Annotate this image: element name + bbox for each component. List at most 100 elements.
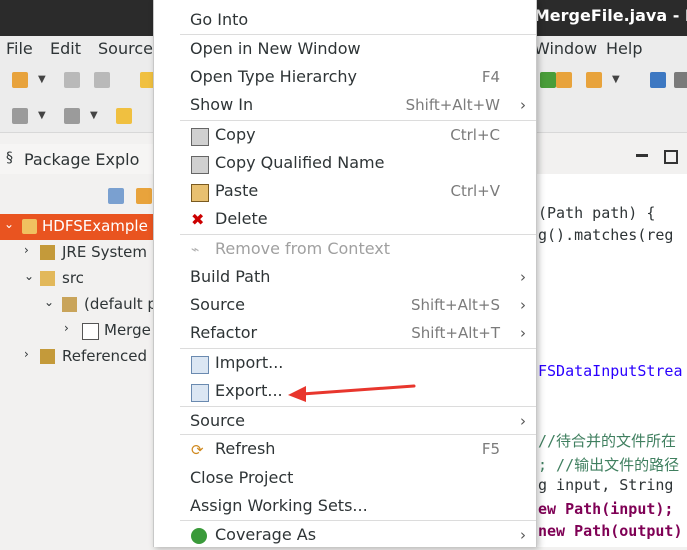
export-icon <box>191 384 209 402</box>
tree-item-referenced-libraries[interactable]: › Referenced <box>0 344 153 370</box>
search-dropdown-icon[interactable]: ▼ <box>612 74 620 85</box>
menu-item-shortcut: Shift+Alt+S <box>410 296 500 314</box>
menu-separator <box>180 120 536 121</box>
new-dropdown-icon[interactable]: ▼ <box>38 74 46 85</box>
menu-item-remove-from-context: ⌁ Remove from Context <box>154 236 536 264</box>
copy-icon <box>191 128 209 146</box>
menu-item-close-project[interactable]: Close Project <box>154 465 536 493</box>
tree-item-src[interactable]: ⌄ src <box>0 266 153 292</box>
menu-file[interactable]: File <box>6 39 33 58</box>
delete-icon: ✖ <box>191 210 205 229</box>
tree-item-label: HDFSExample <box>42 217 148 235</box>
menu-item-delete[interactable]: ✖ Delete <box>154 206 536 234</box>
menu-item-import[interactable]: Import... <box>154 350 536 378</box>
menu-item-copy[interactable]: Copy Ctrl+C <box>154 122 536 150</box>
menu-item-coverage-as[interactable]: Coverage As › <box>154 522 536 550</box>
menu-item-go-into[interactable]: Go Into <box>154 7 536 35</box>
menu-item-shortcut: F5 <box>481 440 500 458</box>
menu-item-label: Source <box>190 295 245 314</box>
code-line: ; //输出文件的路径 <box>538 456 680 474</box>
menu-item-label: Paste <box>215 181 259 200</box>
menu-item-shortcut: Ctrl+V <box>450 182 500 200</box>
tree-item-label: JRE System L <box>62 243 153 261</box>
last-edit-icon[interactable] <box>116 108 132 124</box>
menu-item-open-type-hierarchy[interactable]: Open Type Hierarchy F4 <box>154 64 536 92</box>
tree-item-default-package[interactable]: ⌄ (default p <box>0 292 153 318</box>
menu-separator <box>180 348 536 349</box>
save-icon[interactable] <box>64 72 80 88</box>
menu-item-label: Copy Qualified Name <box>215 153 385 172</box>
library-icon <box>40 245 55 260</box>
project-icon <box>22 219 37 234</box>
link-editor-icon[interactable] <box>136 188 152 204</box>
expand-icon[interactable]: › <box>64 321 69 335</box>
prev-annotation-icon[interactable] <box>64 108 80 124</box>
tree-item-hdfsexample[interactable]: ⌄ HDFSExample <box>0 214 153 240</box>
code-line: //待合并的文件所在 <box>538 432 677 450</box>
code-line: g().matches(reg <box>538 226 674 244</box>
collapse-all-icon[interactable] <box>108 188 124 204</box>
java-perspective-icon[interactable] <box>674 72 687 88</box>
menu-item-source[interactable]: Source Shift+Alt+S › <box>154 292 536 320</box>
run-icon[interactable] <box>540 72 556 88</box>
annotation-dropdown-icon[interactable]: ▼ <box>38 110 46 121</box>
submenu-arrow-icon: › <box>520 268 526 286</box>
menu-item-shortcut: Shift+Alt+W <box>405 96 500 114</box>
submenu-arrow-icon: › <box>520 412 526 430</box>
minimize-icon[interactable] <box>636 154 648 157</box>
expand-icon[interactable]: ⌄ <box>24 269 34 283</box>
package-explorer-toolbar <box>0 182 153 212</box>
expand-icon[interactable]: › <box>24 347 29 361</box>
menu-item-paste[interactable]: Paste Ctrl+V <box>154 178 536 206</box>
coverage-icon <box>191 528 207 544</box>
menu-item-label: Copy <box>215 125 256 144</box>
menu-help[interactable]: Help <box>606 39 642 58</box>
expand-icon[interactable]: ⌄ <box>44 295 54 309</box>
menu-item-label: Refresh <box>215 439 276 458</box>
refresh-icon: ⟳ <box>191 441 204 459</box>
menu-item-show-in[interactable]: Show In Shift+Alt+W › <box>154 92 536 120</box>
code-editor[interactable]: (Path path) { g().matches(reg FSDataInpu… <box>536 174 687 547</box>
menu-item-label: Import... <box>215 353 284 372</box>
tree-item-label: Merge <box>104 321 151 339</box>
menu-item-shortcut: F4 <box>481 68 500 86</box>
menu-item-refactor[interactable]: Refactor Shift+Alt+T › <box>154 320 536 348</box>
menu-item-assign-working-sets[interactable]: Assign Working Sets... <box>154 493 536 521</box>
menu-separator <box>180 406 536 407</box>
search-tool-icon[interactable] <box>586 72 602 88</box>
package-explorer-title[interactable]: Package Explo <box>24 150 139 169</box>
new-icon[interactable] <box>12 72 28 88</box>
menu-item-source-2[interactable]: Source › <box>154 408 536 436</box>
expand-icon[interactable]: ⌄ <box>4 217 14 231</box>
package-explorer-icon: § <box>6 150 13 166</box>
next-annotation-icon[interactable] <box>12 108 28 124</box>
menu-item-build-path[interactable]: Build Path › <box>154 264 536 292</box>
paste-icon <box>191 184 209 202</box>
source-folder-icon <box>40 271 55 286</box>
menu-item-copy-qualified-name[interactable]: Copy Qualified Name <box>154 150 536 178</box>
menu-item-open-in-new-window[interactable]: Open in New Window <box>154 36 536 64</box>
submenu-arrow-icon: › <box>520 324 526 342</box>
menu-source[interactable]: Source <box>98 39 153 58</box>
menu-window[interactable]: Window <box>534 39 597 58</box>
menu-item-shortcut: Shift+Alt+T <box>411 324 500 342</box>
save-all-icon[interactable] <box>94 72 110 88</box>
menu-separator <box>180 520 536 521</box>
maximize-icon[interactable] <box>664 150 678 164</box>
package-icon <box>62 297 77 312</box>
prev-dropdown-icon[interactable]: ▼ <box>90 110 98 121</box>
remove-context-icon: ⌁ <box>191 242 200 258</box>
menu-item-refresh[interactable]: ⟳ Refresh F5 <box>154 436 536 464</box>
expand-icon[interactable]: › <box>24 243 29 257</box>
menu-item-label: Close Project <box>190 468 294 487</box>
open-type-icon[interactable] <box>556 72 572 88</box>
submenu-arrow-icon: › <box>520 526 526 544</box>
tree-item-label: src <box>62 269 84 287</box>
window-title: /MergeFile.java - E <box>528 6 687 25</box>
menu-edit[interactable]: Edit <box>50 39 81 58</box>
tree-item-mergefile[interactable]: › Merge <box>0 318 153 344</box>
editor-tab-strip <box>536 142 687 174</box>
perspective-icon[interactable] <box>650 72 666 88</box>
menu-item-label: Assign Working Sets... <box>190 496 368 515</box>
tree-item-jre-system-library[interactable]: › JRE System L <box>0 240 153 266</box>
